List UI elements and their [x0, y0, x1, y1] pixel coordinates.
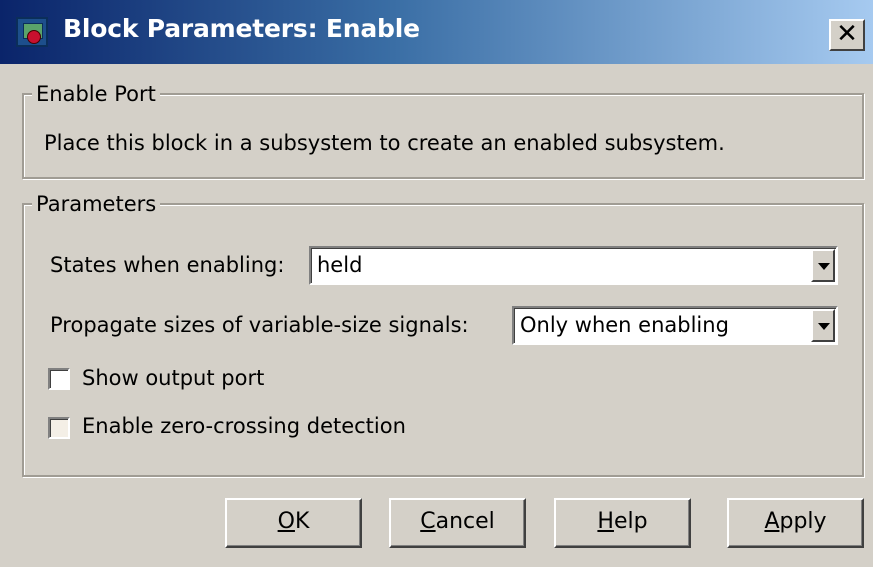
- ok-label-rest: K: [294, 509, 310, 534]
- parameters-group-title: Parameters: [32, 191, 161, 217]
- cancel-button[interactable]: Cancel: [389, 498, 526, 548]
- show-output-port-checkbox[interactable]: [48, 368, 70, 390]
- propagate-sizes-select[interactable]: Only when enabling: [512, 306, 838, 345]
- enable-port-description: Place this block in a subsystem to creat…: [44, 131, 725, 155]
- apply-label-rest: pply: [779, 509, 827, 534]
- show-output-port-label[interactable]: Show output port: [82, 366, 264, 390]
- title-bar[interactable]: Block Parameters: Enable ✕: [0, 0, 873, 64]
- zero-crossing-checkbox[interactable]: [48, 417, 70, 439]
- cancel-label-rest: ancel: [435, 509, 495, 534]
- chevron-down-icon[interactable]: [811, 249, 835, 282]
- cancel-mnemonic: C: [420, 509, 436, 534]
- ok-button[interactable]: OK: [225, 498, 362, 548]
- help-button[interactable]: Help: [554, 498, 691, 548]
- states-when-enabling-value: held: [317, 253, 363, 277]
- simulink-block-icon: [16, 17, 48, 47]
- help-mnemonic: H: [597, 509, 614, 534]
- ok-mnemonic: O: [277, 509, 295, 534]
- chevron-down-icon[interactable]: [811, 309, 835, 342]
- enable-port-group: Enable Port Place this block in a subsys…: [22, 81, 864, 179]
- zero-crossing-label[interactable]: Enable zero-crossing detection: [82, 414, 406, 438]
- states-when-enabling-select[interactable]: held: [309, 246, 838, 285]
- propagate-sizes-label: Propagate sizes of variable-size signals…: [50, 313, 469, 337]
- close-icon: ✕: [836, 19, 858, 49]
- apply-mnemonic: A: [764, 509, 780, 534]
- close-button[interactable]: ✕: [829, 19, 865, 51]
- help-label-rest: elp: [613, 509, 648, 534]
- window-title: Block Parameters: Enable: [63, 14, 420, 43]
- states-when-enabling-label: States when enabling:: [50, 253, 285, 277]
- apply-button[interactable]: Apply: [727, 498, 864, 548]
- propagate-sizes-value: Only when enabling: [520, 313, 729, 337]
- enable-port-group-title: Enable Port: [32, 81, 160, 107]
